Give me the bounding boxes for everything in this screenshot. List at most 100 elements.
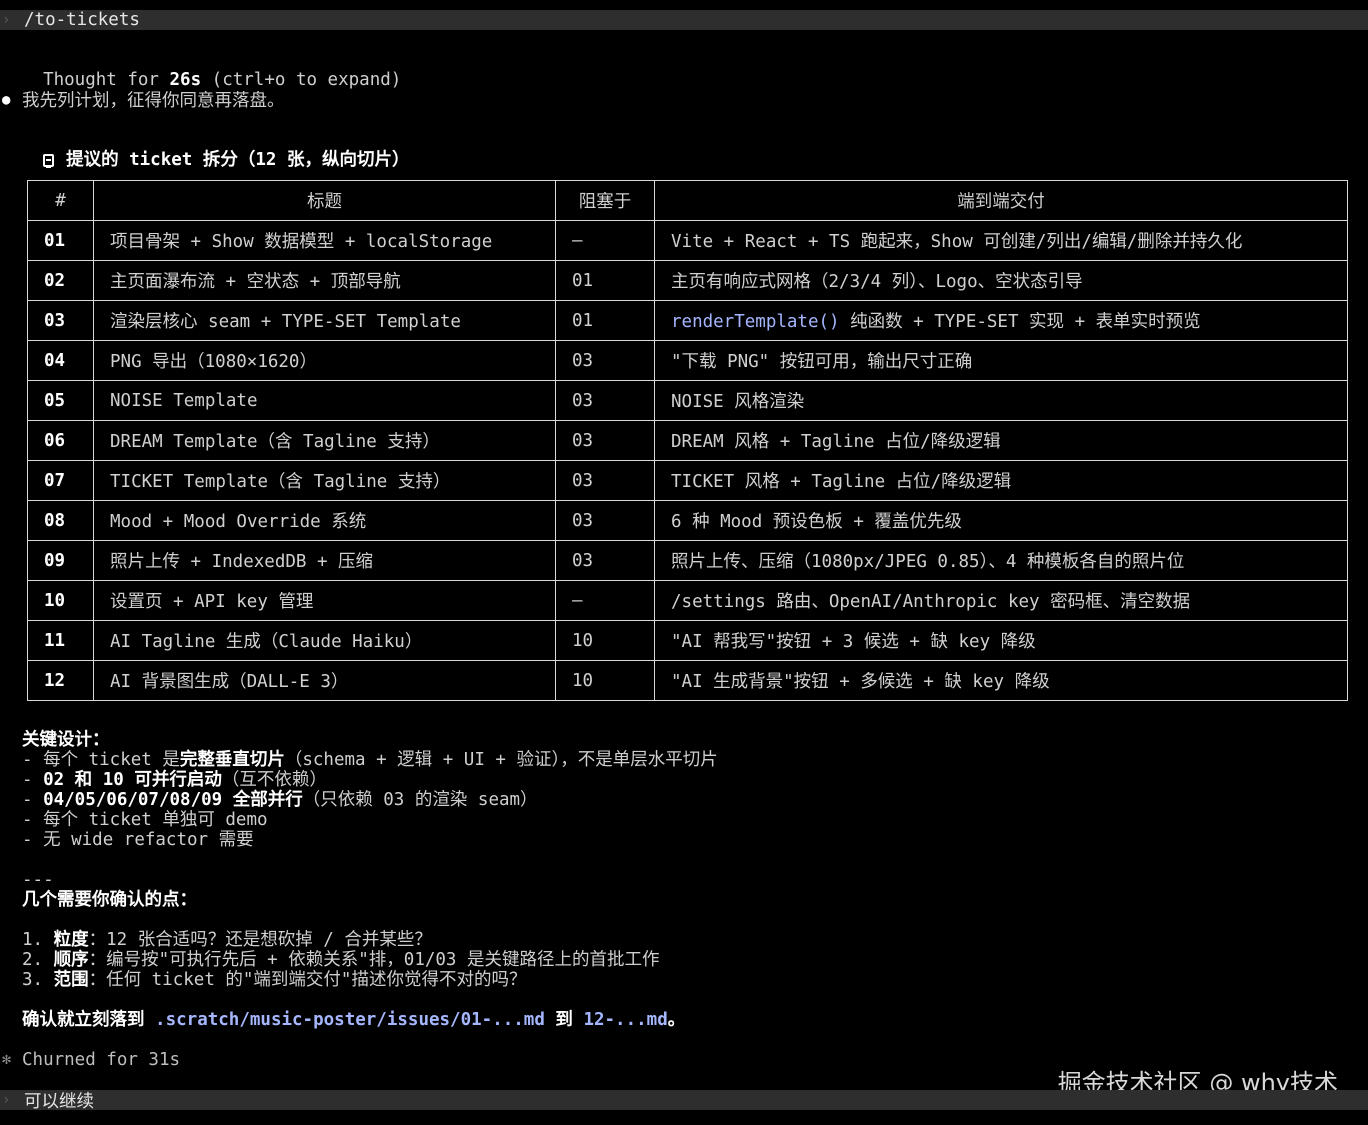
ticket-title: 照片上传 + IndexedDB + 压缩 xyxy=(93,540,556,581)
command-text: /to-tickets xyxy=(24,10,140,30)
ticket-delivery-text: 纯函数 + TYPE-SET 实现 + 表单实时预览 xyxy=(839,312,1201,332)
ticket-id: 05 xyxy=(27,380,94,421)
confirm-title: 几个需要你确认的点： xyxy=(22,890,197,910)
ticket-blocked: 03 xyxy=(555,340,655,381)
ticket-title: AI 背景图生成（DALL-E 3） xyxy=(93,660,556,701)
ticket-delivery: "下载 PNG" 按钮可用，输出尺寸正确 xyxy=(654,340,1348,381)
ticket-title: DREAM Template（含 Tagline 支持） xyxy=(93,420,556,461)
point-number: 2. xyxy=(22,950,54,970)
ticket-id: 12 xyxy=(27,660,94,701)
ticket-delivery: 6 种 Mood 预设色板 + 覆盖优先级 xyxy=(654,500,1348,541)
point-label: 粒度 xyxy=(53,930,89,950)
point-label: 顺序 xyxy=(53,950,89,970)
table-row: 06 DREAM Template（含 Tagline 支持） 03 DREAM… xyxy=(27,420,1348,461)
user-input-bar[interactable]: › 可以继续 xyxy=(0,1090,1368,1112)
table-row: 10 设置页 + API key 管理 — /settings 路由、OpenA… xyxy=(27,580,1348,621)
key-design-item: - 02 和 10 可并行启动（互不依赖） xyxy=(22,770,327,790)
header-delivery: 端到端交付 xyxy=(654,180,1348,221)
ticket-blocked: 10 xyxy=(555,660,655,701)
table-row: 04 PNG 导出（1080×1620） 03 "下载 PNG" 按钮可用，输出… xyxy=(27,340,1348,381)
key-design-item: - 无 wide refactor 需要 xyxy=(22,830,254,850)
thought-prefix: Thought for xyxy=(43,70,170,90)
ticket-title: Mood + Mood Override 系统 xyxy=(93,500,556,541)
ticket-delivery: Vite + React + TS 跑起来，Show 可创建/列出/编辑/删除并… xyxy=(654,220,1348,261)
confirm-point: 2. 顺序：编号按"可执行先后 + 依赖关系"排，01/03 是关键路径上的首批… xyxy=(22,950,660,970)
point-number: 3. xyxy=(22,970,54,990)
point-text: ：编号按"可执行先后 + 依赖关系"排，01/03 是关键路径上的首批工作 xyxy=(88,950,660,970)
ticket-delivery: "AI 生成背景"按钮 + 多候选 + 缺 key 降级 xyxy=(654,660,1348,701)
header-blocked: 阻塞于 xyxy=(555,180,655,221)
ticket-id: 03 xyxy=(27,300,94,341)
item-emphasis: 完整垂直切片 xyxy=(179,750,285,770)
ticket-title: 项目骨架 + Show 数据模型 + localStorage xyxy=(93,220,556,261)
ticket-delivery: "AI 帮我写"按钮 + 3 候选 + 缺 key 降级 xyxy=(654,620,1348,661)
ticket-id: 04 xyxy=(27,340,94,381)
ticket-delivery: TICKET 风格 + Tagline 占位/降级逻辑 xyxy=(654,460,1348,501)
file-path: .scratch/music-poster/issues/01-...md xyxy=(155,1010,545,1030)
item-text: - xyxy=(22,790,44,810)
ticket-title: PNG 导出（1080×1620） xyxy=(93,340,556,381)
chevron-right-icon: › xyxy=(2,12,11,28)
final-text: 到 xyxy=(544,1010,584,1030)
ticket-id: 07 xyxy=(27,460,94,501)
intro-text: 我先列计划，征得你同意再落盘。 xyxy=(22,91,285,111)
ticket-blocked: 03 xyxy=(555,380,655,421)
key-design-item: - 04/05/06/07/08/09 全部并行（只依赖 03 的渲染 seam… xyxy=(22,790,538,810)
key-design-item: - 每个 ticket 是完整垂直切片（schema + 逻辑 + UI + 验… xyxy=(22,750,718,770)
final-line: 确认就立刻落到 .scratch/music-poster/issues/01-… xyxy=(22,1010,685,1030)
ticket-delivery: /settings 路由、OpenAI/Anthropic key 密码框、清空… xyxy=(654,580,1348,621)
ticket-title: 主页面瀑布流 + 空状态 + 顶部导航 xyxy=(93,260,556,301)
confirm-point: 3. 范围：任何 ticket 的"端到端交付"描述你觉得不对的吗？ xyxy=(22,970,526,990)
item-emphasis: 02 和 10 可并行启动 xyxy=(43,770,222,790)
ticket-blocked: 01 xyxy=(555,260,655,301)
item-emphasis: 04/05/06/07/08/09 全部并行 xyxy=(43,790,303,810)
table-row: 07 TICKET Template（含 Tagline 支持） 03 TICK… xyxy=(27,460,1348,501)
tickets-table: # 标题 阻塞于 端到端交付 01 项目骨架 + Show 数据模型 + loc… xyxy=(27,180,1348,701)
ticket-id: 11 xyxy=(27,620,94,661)
churned-status: Churned for 31s xyxy=(22,1050,181,1070)
ticket-id: 10 xyxy=(27,580,94,621)
point-text: ：任何 ticket 的"端到端交付"描述你觉得不对的吗？ xyxy=(88,970,527,990)
file-path: 12-...md xyxy=(583,1010,668,1030)
ticket-id: 01 xyxy=(27,220,94,261)
ticket-id: 09 xyxy=(27,540,94,581)
final-text: 确认就立刻落到 xyxy=(22,1010,156,1030)
ticket-title: NOISE Template xyxy=(93,380,556,421)
ticket-delivery: NOISE 风格渲染 xyxy=(654,380,1348,421)
item-text: - 每个 ticket 是 xyxy=(22,750,180,770)
separator: --- xyxy=(22,870,54,890)
table-row: 05 NOISE Template 03 NOISE 风格渲染 xyxy=(27,380,1348,421)
section-title: 提议的 ticket 拆分（12 张，纵向切片） xyxy=(22,130,409,170)
ticket-blocked: 03 xyxy=(555,540,655,581)
table-row: 02 主页面瀑布流 + 空状态 + 顶部导航 01 主页有响应式网格（2/3/4… xyxy=(27,260,1348,301)
item-text: （只依赖 03 的渲染 seam） xyxy=(302,790,538,810)
ticket-blocked: — xyxy=(555,220,655,261)
bullet-icon: ● xyxy=(2,92,11,108)
item-text: （schema + 逻辑 + UI + 验证），不是单层水平切片 xyxy=(284,750,718,770)
table-row: 01 项目骨架 + Show 数据模型 + localStorage — Vit… xyxy=(27,220,1348,261)
thought-line[interactable]: Thought for 26s (ctrl+o to expand) xyxy=(22,50,401,90)
point-text: ：12 张合适吗？还是想砍掉 / 合并某些？ xyxy=(88,930,432,950)
item-text: （互不依赖） xyxy=(221,770,327,790)
thought-suffix: (ctrl+o to expand) xyxy=(201,70,402,90)
header-title: 标题 xyxy=(93,180,556,221)
ticket-id: 08 xyxy=(27,500,94,541)
command-bar: › /to-tickets xyxy=(0,10,1368,30)
ticket-blocked: 01 xyxy=(555,300,655,341)
clipboard-icon xyxy=(43,154,55,168)
ticket-blocked: 03 xyxy=(555,460,655,501)
key-design-title: 关键设计： xyxy=(22,730,110,750)
table-row: 09 照片上传 + IndexedDB + 压缩 03 照片上传、压缩（1080… xyxy=(27,540,1348,581)
final-text: 。 xyxy=(667,1010,686,1030)
ticket-blocked: 03 xyxy=(555,500,655,541)
item-text: - xyxy=(22,770,44,790)
ticket-title: TICKET Template（含 Tagline 支持） xyxy=(93,460,556,501)
ticket-title: AI Tagline 生成（Claude Haiku） xyxy=(93,620,556,661)
user-input-text: 可以继续 xyxy=(24,1091,94,1112)
key-design-item: - 每个 ticket 单独可 demo xyxy=(22,810,268,830)
section-title-text: 提议的 ticket 拆分（12 张，纵向切片） xyxy=(66,150,410,170)
ticket-blocked: — xyxy=(555,580,655,621)
point-label: 范围 xyxy=(53,970,89,990)
table-row: 03 渲染层核心 seam + TYPE-SET Template 01 ren… xyxy=(27,300,1348,341)
ticket-title: 设置页 + API key 管理 xyxy=(93,580,556,621)
